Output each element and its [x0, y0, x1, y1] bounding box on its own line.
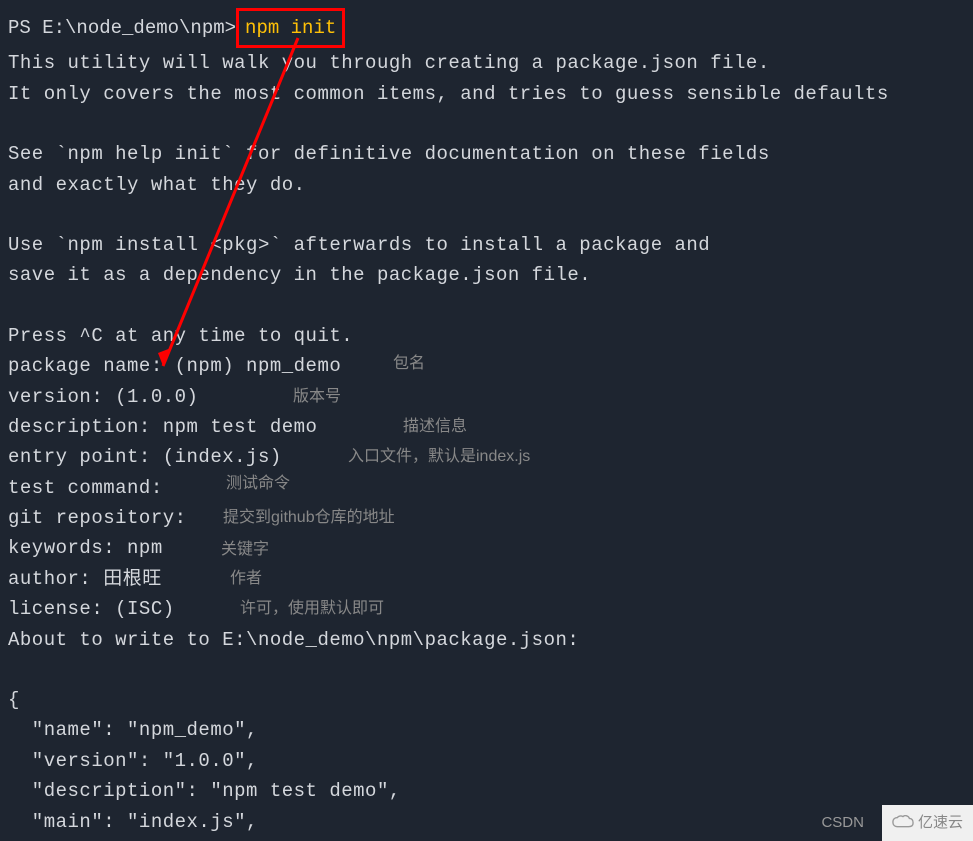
terminal-output: PS E:\node_demo\npm> npm init This utili…	[8, 8, 965, 837]
json-description: "description": "npm test demo",	[8, 776, 965, 806]
annotation-git-repository: 提交到github仓库的地址	[223, 505, 395, 531]
annotation-keywords: 关键字	[221, 537, 269, 563]
install-text-2: save it as a dependency in the package.j…	[8, 260, 965, 290]
json-version: "version": "1.0.0",	[8, 746, 965, 776]
csdn-watermark: CSDN	[811, 805, 874, 841]
prompt-package-name[interactable]: package name: (npm) npm_demo	[8, 351, 965, 381]
shell-prompt: PS E:\node_demo\npm>	[8, 13, 236, 43]
annotation-version: 版本号	[293, 384, 341, 410]
npm-init-command: npm init	[236, 8, 345, 48]
annotation-test-command: 测试命令	[226, 471, 290, 497]
prompt-description[interactable]: description: npm test demo	[8, 412, 965, 442]
prompt-test-command[interactable]: test command:	[8, 473, 965, 503]
prompt-license[interactable]: license: (ISC)	[8, 594, 965, 624]
json-name: "name": "npm_demo",	[8, 715, 965, 745]
quit-instruction: Press ^C at any time to quit.	[8, 321, 965, 351]
help-text-1: See `npm help init` for definitive docum…	[8, 139, 965, 169]
cloud-icon	[892, 815, 914, 831]
about-to-write: About to write to E:\node_demo\npm\packa…	[8, 625, 965, 655]
command-line: PS E:\node_demo\npm> npm init	[8, 8, 965, 48]
prompt-version[interactable]: version: (1.0.0)	[8, 382, 965, 412]
json-open-brace: {	[8, 685, 965, 715]
annotation-author: 作者	[230, 566, 262, 592]
intro-text-1: This utility will walk you through creat…	[8, 48, 965, 78]
prompt-keywords[interactable]: keywords: npm	[8, 533, 965, 563]
prompt-git-repository[interactable]: git repository:	[8, 503, 965, 533]
prompt-author[interactable]: author: 田根旺	[8, 564, 965, 594]
annotation-entry-point: 入口文件，默认是index.js	[348, 444, 530, 470]
help-text-2: and exactly what they do.	[8, 170, 965, 200]
annotation-package-name: 包名	[393, 351, 425, 377]
brand-text: 亿速云	[918, 811, 963, 835]
install-text-1: Use `npm install <pkg>` afterwards to in…	[8, 230, 965, 260]
annotation-description: 描述信息	[403, 414, 467, 440]
watermark: CSDN 亿速云	[811, 805, 973, 841]
annotation-license: 许可，使用默认即可	[240, 596, 384, 622]
intro-text-2: It only covers the most common items, an…	[8, 79, 965, 109]
brand-watermark: 亿速云	[882, 805, 973, 841]
